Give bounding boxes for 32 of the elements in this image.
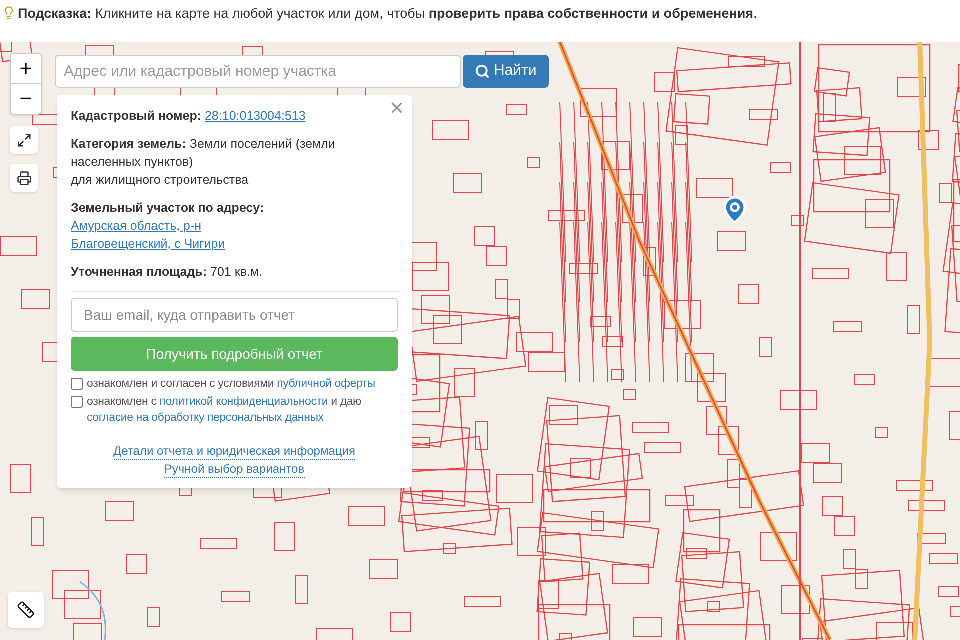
consent-link[interactable]: публичной оферты <box>277 378 376 390</box>
zoom-out-button[interactable]: − <box>11 84 41 114</box>
consent-link[interactable]: политикой конфиденциальности <box>160 396 328 408</box>
parcel-link[interactable]: 28:10:013004:513 <box>204 109 306 123</box>
fullscreen-button[interactable] <box>10 126 38 154</box>
parcel-link[interactable]: Благовещенский, с Чигири <box>71 237 226 251</box>
search-field[interactable]: Адрес или кадастровый номер участка <box>55 55 461 88</box>
lightbulb-icon <box>2 5 16 21</box>
consent-checkbox[interactable] <box>71 378 83 390</box>
consent-link[interactable]: согласие на обработку персональных данных <box>87 412 324 424</box>
consent-text: ознакомлен и согласен с условиями публичной оферты <box>87 377 376 392</box>
ruler-icon <box>17 601 35 619</box>
search-icon <box>475 64 490 79</box>
info-link[interactable]: Детали отчета и юридическая информация <box>114 444 356 460</box>
get-report-button[interactable]: Получить подробный отчет <box>71 337 398 371</box>
consent-text: ознакомлен с политикой конфиденциальности и даю согласие на обработку персональных данных <box>87 395 362 426</box>
parcel-link[interactable]: Амурская область, р-н <box>71 219 202 233</box>
expand-icon <box>16 132 32 148</box>
zoom-in-button[interactable]: + <box>11 54 41 84</box>
consent-checkbox[interactable] <box>71 396 83 408</box>
info-link[interactable]: Ручной выбор вариантов <box>164 462 305 478</box>
email-field[interactable]: Ваш email, куда отправить отчет <box>71 298 398 332</box>
ruler-button[interactable] <box>8 592 44 628</box>
search-button[interactable]: Найти <box>463 55 549 88</box>
parcel-field-text: Уточненная площадь: 701 кв.м. <box>71 264 264 281</box>
parcel-field-text: Земельный участок по адресу: Амурская область, р-н Благовещенский, с Чигири <box>71 200 266 253</box>
hint-text: Подсказка: Кликните на карте на любой участок или дом, чтобы проверить права собственности и обременения. <box>18 5 758 23</box>
printer-icon <box>16 170 32 186</box>
print-button[interactable] <box>10 164 38 192</box>
close-button[interactable]: × <box>390 97 404 121</box>
parcel-field-text: Категория земель: Земли поселений (земли населенных пунктов) для жилищного строительства <box>71 136 336 189</box>
parcel-field-text: Кадастровый номер: 28:10:013004:513 <box>71 108 307 125</box>
